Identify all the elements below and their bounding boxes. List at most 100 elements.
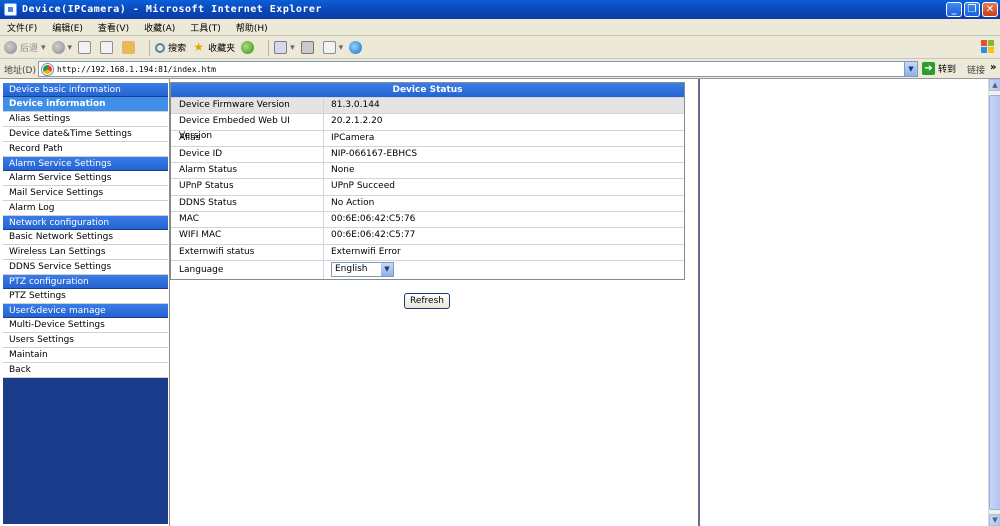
row-value: 81.3.0.144 [331, 100, 380, 110]
close-button[interactable]: ✕ [982, 2, 998, 17]
menu-favorites[interactable]: 收藏(A) [144, 21, 175, 34]
stop-button[interactable] [78, 41, 94, 54]
messenger-button[interactable] [349, 41, 365, 54]
row-label: DDNS Status [171, 195, 324, 212]
nav-item-alias-settings[interactable]: Alias Settings [3, 112, 168, 127]
window-controls: _ ❐ ✕ [946, 2, 998, 17]
search-button[interactable]: 搜索 [155, 41, 186, 54]
row-label: Externwifi status [171, 244, 324, 260]
window-title: Device(IPCamera) - Microsoft Internet Ex… [22, 4, 322, 15]
menu-bar: 文件(F) 编辑(E) 查看(V) 收藏(A) 工具(T) 帮助(H) [0, 19, 1000, 53]
scroll-down-icon[interactable]: ▼ [989, 514, 1000, 526]
favorites-button[interactable]: ★ 收藏夹 [192, 41, 235, 55]
media-icon [241, 41, 255, 54]
address-url[interactable]: http://192.168.1.194:81/index.htm [57, 65, 216, 74]
links-chevron-icon[interactable]: » [990, 62, 996, 73]
menu-file[interactable]: 文件(F) [7, 21, 37, 34]
row-value: Externwifi Error [331, 246, 401, 257]
back-dropdown-icon[interactable]: ▾ [41, 43, 46, 53]
mail-button[interactable]: ▾ [274, 41, 295, 54]
nav-item-alarm-log[interactable]: Alarm Log [3, 201, 168, 216]
window-titlebar[interactable]: Device(IPCamera) - Microsoft Internet Ex… [0, 0, 1000, 19]
language-select[interactable]: English ▼ [331, 261, 394, 277]
row-value: None [331, 165, 355, 176]
links-label[interactable]: 链接 [967, 63, 985, 76]
nav-menu: Device basic information Device informat… [3, 83, 168, 524]
nav-section-header: PTZ configuration [3, 275, 168, 289]
nav-item-device-information[interactable]: Device information [3, 97, 168, 112]
nav-item-maintain[interactable]: Maintain [3, 348, 168, 363]
print-button[interactable] [300, 41, 317, 54]
table-row: Language English ▼ [171, 259, 684, 279]
scroll-up-icon[interactable]: ▲ [989, 79, 1000, 91]
nav-item-multi-device-settings[interactable]: Multi-Device Settings [3, 318, 168, 333]
media-button[interactable] [241, 41, 257, 54]
nav-section-header: Network configuration [3, 216, 168, 230]
scrollbar-thumb[interactable] [989, 95, 1000, 510]
mail-dropdown-icon[interactable]: ▾ [290, 43, 295, 53]
minimize-button[interactable]: _ [946, 2, 962, 17]
nav-item-basic-network-settings[interactable]: Basic Network Settings [3, 230, 168, 245]
nav-item-date-time-settings[interactable]: Device date&Time Settings [3, 127, 168, 142]
row-value: UPnP Succeed [331, 181, 395, 192]
go-label: 转到 [938, 65, 957, 75]
table-row: WIFI MAC 00:6E:06:42:C5:77 [171, 227, 684, 244]
row-value: 00:6E:06:42:C5:77 [331, 230, 416, 241]
toolbar-separator [268, 39, 270, 56]
forward-dropdown-icon[interactable]: ▾ [68, 43, 73, 53]
row-label: WIFI MAC [171, 228, 324, 244]
table-row: DDNS Status No Action [171, 194, 684, 212]
nav-section-header: Alarm Service Settings [3, 157, 168, 171]
refresh-button[interactable]: Refresh [404, 293, 450, 309]
nav-item-users-settings[interactable]: Users Settings [3, 333, 168, 348]
standard-toolbar: 后退 ▾ ▾ 搜索 ★ 收藏夹 ▾ ▾ [0, 37, 1000, 59]
nav-item-ptz-settings[interactable]: PTZ Settings [3, 289, 168, 304]
table-row: Device Firmware Version 81.3.0.144 [171, 97, 684, 114]
table-row: Externwifi status Externwifi Error [171, 243, 684, 260]
back-arrow-icon [4, 41, 17, 54]
row-value: 00:6E:06:42:C5:76 [331, 214, 416, 225]
nav-item-record-path[interactable]: Record Path [3, 142, 168, 157]
back-button[interactable]: 后退 ▾ [4, 41, 46, 54]
table-row: Alias IPCamera [171, 129, 684, 146]
go-button[interactable]: ➔ 转到 [922, 62, 956, 75]
nav-item-ddns-service-settings[interactable]: DDNS Service Settings [3, 260, 168, 275]
menu-view[interactable]: 查看(V) [98, 21, 129, 34]
search-icon [155, 42, 166, 53]
nav-section-header: User&device manage [3, 304, 168, 318]
menu-edit[interactable]: 编辑(E) [52, 21, 83, 34]
language-selected-value: English [335, 263, 368, 274]
row-value: No Action [331, 197, 375, 208]
nav-item-alarm-service-settings[interactable]: Alarm Service Settings [3, 171, 168, 186]
messenger-icon [349, 41, 363, 54]
table-row: Device ID NIP-066167-EBHCS [171, 145, 684, 163]
menu-tools[interactable]: 工具(T) [190, 21, 221, 34]
forward-button[interactable]: ▾ [51, 41, 73, 54]
nav-item-mail-service-settings[interactable]: Mail Service Settings [3, 186, 168, 201]
address-bar: 地址(D) http://192.168.1.194:81/index.htm … [0, 60, 1000, 78]
row-label: Device Embeded Web UI Version [171, 114, 324, 141]
restore-button[interactable]: ❐ [964, 2, 980, 17]
nav-item-back[interactable]: Back [3, 363, 168, 378]
edit-button[interactable]: ▾ [322, 41, 344, 54]
table-row: Alarm Status None [171, 162, 684, 179]
home-button[interactable] [122, 41, 138, 54]
row-value: 20.2.1.2.20 [331, 116, 383, 127]
nav-item-wireless-lan-settings[interactable]: Wireless Lan Settings [3, 245, 168, 260]
address-dropdown-icon[interactable]: ▼ [904, 62, 917, 76]
back-label: 后退 [20, 44, 39, 54]
left-nav-frame: Device basic information Device informat… [0, 79, 170, 526]
refresh-page-button[interactable] [100, 41, 116, 54]
chevron-down-icon[interactable]: ▼ [381, 262, 393, 276]
device-status-title: Device Status [171, 83, 684, 97]
vertical-scrollbar[interactable]: ▲ ▼ [988, 79, 1000, 526]
language-label: Language [171, 260, 324, 279]
menu-help[interactable]: 帮助(H) [236, 21, 268, 34]
row-label: Alarm Status [171, 163, 324, 179]
browser-content: Device basic information Device informat… [0, 78, 1000, 526]
row-value: IPCamera [331, 132, 375, 143]
table-row: MAC 00:6E:06:42:C5:76 [171, 211, 684, 228]
edit-dropdown-icon[interactable]: ▾ [339, 43, 344, 53]
address-input[interactable]: http://192.168.1.194:81/index.htm ▼ [38, 61, 918, 77]
nav-section-header: Device basic information [3, 83, 168, 97]
